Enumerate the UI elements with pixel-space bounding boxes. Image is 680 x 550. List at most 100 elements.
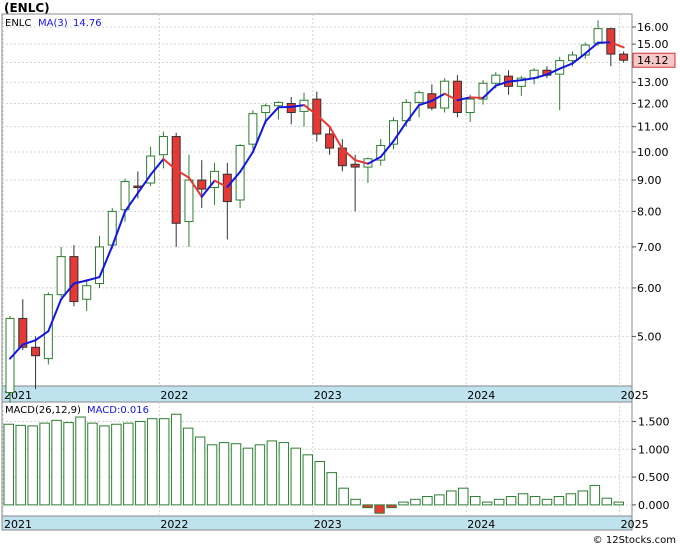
macd-bar — [219, 443, 228, 505]
price-x-tick-label: 2022 — [160, 389, 188, 402]
candle-down — [620, 54, 628, 60]
macd-y-tick-label: 1.500 — [638, 415, 670, 428]
macd-bar — [602, 498, 611, 505]
macd-bar — [231, 444, 240, 505]
macd-bar — [100, 426, 109, 505]
macd-bar — [387, 505, 396, 508]
macd-x-tick-label: 2021 — [4, 518, 32, 531]
candle-up — [568, 55, 576, 61]
macd-bar — [195, 437, 204, 505]
macd-bar — [542, 499, 551, 505]
chart-canvas: (ENLC) 202120212022202220232023202420242… — [0, 0, 680, 546]
macd-bar — [363, 505, 372, 508]
macd-bar — [16, 425, 25, 505]
candle-up — [594, 29, 602, 44]
candle-down — [134, 186, 142, 188]
macd-bar — [411, 499, 420, 505]
macd-bar — [566, 494, 575, 505]
macd-x-tick-label: 2024 — [467, 518, 495, 531]
macd-bar — [459, 488, 468, 505]
macd-bar — [124, 423, 133, 505]
candle-down — [287, 104, 295, 113]
macd-y-tick-label: 0.000 — [638, 499, 670, 512]
macd-bar — [243, 448, 252, 505]
macd-bar — [160, 419, 169, 505]
macd-y-tick-label: 0.500 — [638, 471, 670, 484]
macd-bar — [183, 428, 192, 505]
watermark: © 12Stocks.com — [593, 535, 676, 546]
candle-down — [70, 257, 78, 302]
macd-bar — [148, 419, 157, 505]
price-y-tick-label: 6.00 — [637, 282, 662, 295]
macd-bar — [339, 488, 348, 505]
candle-down — [351, 164, 359, 167]
macd-bar — [435, 495, 444, 505]
macd-bar — [447, 491, 456, 505]
candle-up — [159, 137, 167, 155]
candle-up — [121, 182, 129, 210]
chart-title: (ENLC) — [4, 1, 50, 15]
price-legend-symbol: ENLC — [5, 18, 31, 29]
candle-up — [57, 257, 65, 295]
macd-bar — [351, 499, 360, 505]
macd-x-tick-label: 2025 — [621, 518, 649, 531]
macd-bar — [207, 445, 216, 505]
candle-up — [274, 102, 282, 105]
candle-down — [607, 29, 615, 54]
macd-bar — [494, 499, 503, 505]
macd-bar — [315, 462, 324, 505]
candle-up — [185, 180, 193, 222]
price-y-tick-label: 5.00 — [637, 330, 662, 343]
macd-bar — [267, 441, 276, 505]
price-y-tick-label: 13.00 — [637, 76, 669, 89]
price-x-tick-label: 2023 — [314, 389, 342, 402]
price-y-tick-label: 7.00 — [637, 241, 662, 254]
macd-bar — [506, 497, 515, 505]
macd-bar — [590, 485, 599, 504]
ma3-segment — [470, 97, 483, 98]
macd-bar — [303, 455, 312, 505]
macd-bar — [327, 473, 336, 505]
macd-bar — [482, 502, 491, 505]
candle-down — [453, 81, 461, 112]
macd-bar — [375, 505, 384, 513]
macd-bar — [471, 497, 480, 505]
macd-bar — [423, 497, 432, 505]
macd-bar — [136, 421, 145, 504]
macd-bar — [52, 420, 61, 505]
price-y-tick-label: 16.00 — [637, 21, 669, 34]
macd-bar — [554, 497, 563, 505]
price-x-tick-label: 2025 — [621, 389, 649, 402]
price-y-tick-label: 12.00 — [637, 98, 669, 111]
candle-up — [466, 99, 474, 112]
macd-bar — [291, 448, 300, 505]
macd-bar — [279, 443, 288, 505]
candle-down — [172, 137, 180, 224]
candle-down — [32, 347, 40, 355]
price-x-tick-label: 2024 — [467, 389, 495, 402]
macd-bar — [614, 502, 623, 505]
price-y-tick-label: 15.00 — [637, 38, 669, 51]
price-legend-ma-value: 14.76 — [73, 18, 102, 29]
ma3-segment — [509, 80, 522, 81]
price-legend-ma-label: MA(3) — [38, 18, 68, 29]
candle-up — [83, 286, 91, 300]
candle-up — [262, 106, 270, 113]
price-y-tick-label: 10.00 — [637, 146, 669, 159]
macd-bar — [255, 445, 264, 505]
macd-x-tick-label: 2022 — [160, 518, 188, 531]
candle-down — [198, 180, 206, 189]
macd-legend-value: MACD:0.016 — [87, 405, 149, 416]
macd-bar — [112, 424, 121, 505]
macd-legend-label: MACD(26,12,9) — [5, 405, 81, 416]
last-price-label: 14.12 — [637, 54, 669, 67]
macd-bar — [4, 424, 13, 505]
candle-up — [249, 114, 257, 144]
candle-up — [415, 93, 423, 103]
macd-bar — [76, 417, 85, 505]
macd-bar — [530, 497, 539, 505]
macd-y-tick-label: 1.000 — [638, 443, 670, 456]
stock-chart: (ENLC) 202120212022202220232023202420242… — [0, 0, 680, 546]
macd-bar — [28, 426, 37, 505]
macd-bar — [518, 494, 527, 505]
